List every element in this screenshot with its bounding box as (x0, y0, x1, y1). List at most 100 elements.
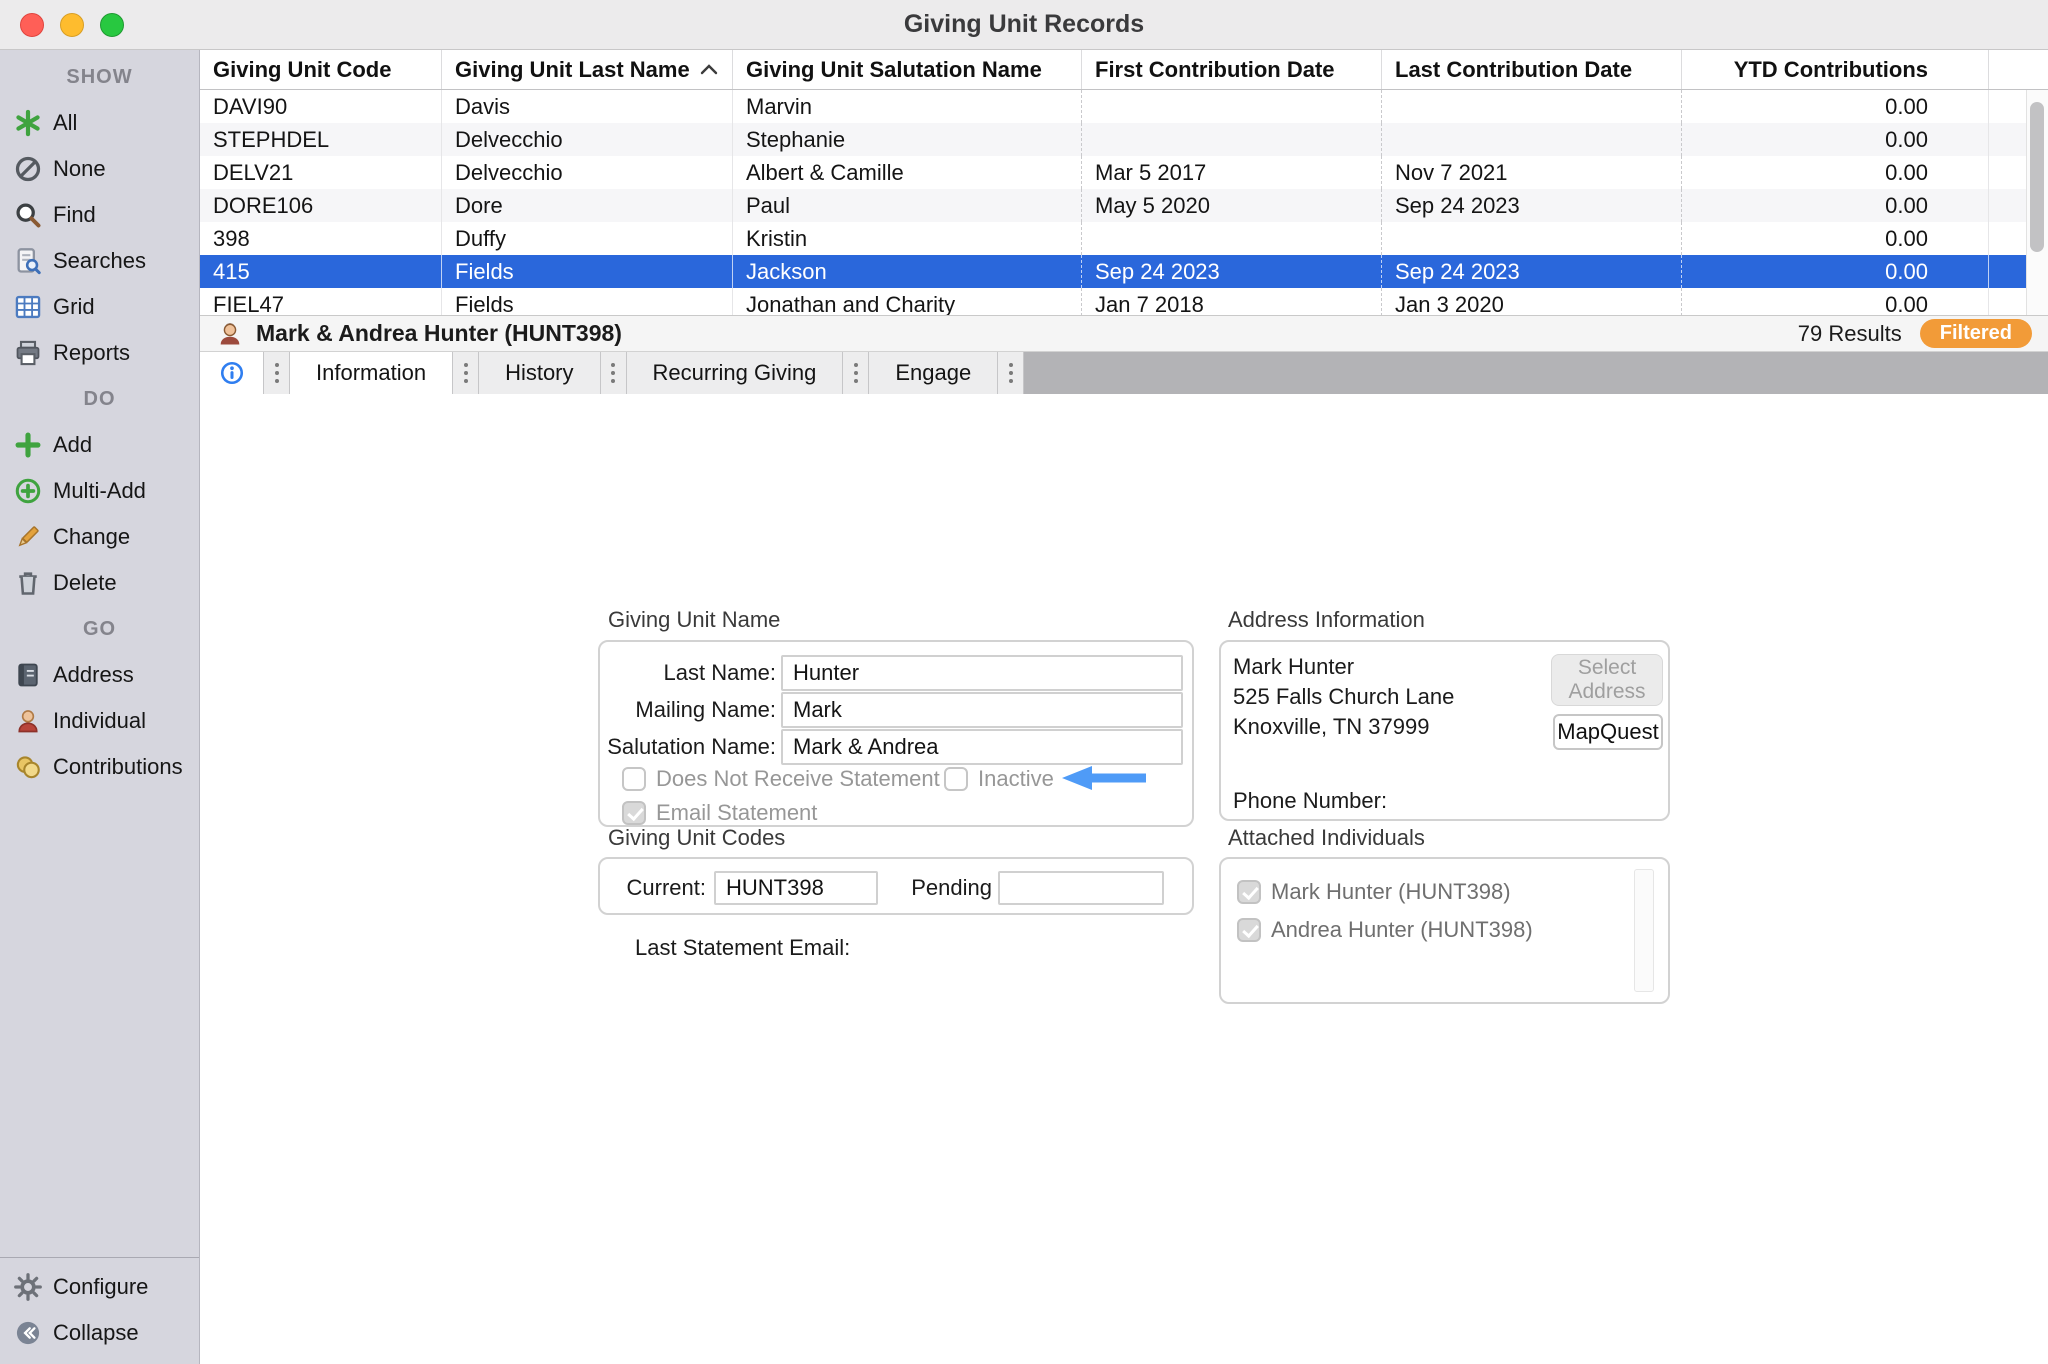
sidebar-item-none[interactable]: None (0, 146, 199, 192)
sidebar-item-reports[interactable]: Reports (0, 330, 199, 376)
zoom-button[interactable] (100, 13, 124, 37)
delete-icon (14, 569, 42, 597)
address-line: 525 Falls Church Lane (1233, 682, 1454, 712)
sidebar-item-label: Reports (53, 340, 130, 366)
sidebar-item-add[interactable]: Add (0, 422, 199, 468)
sidebar-item-all[interactable]: All (0, 100, 199, 146)
tab-engage[interactable]: Engage (869, 352, 998, 394)
person-icon (216, 320, 244, 348)
attached-individual-checkbox[interactable] (1237, 880, 1261, 904)
sidebar-item-configure[interactable]: Configure (0, 1264, 199, 1310)
inactive-checkbox[interactable] (944, 767, 968, 791)
last-statement-email-label: Last Statement Email: (635, 935, 850, 961)
current-code-input[interactable] (714, 871, 878, 905)
does-not-receive-statement-checkbox[interactable] (622, 767, 646, 791)
sidebar-item-delete[interactable]: Delete (0, 560, 199, 606)
giving-unit-name-group-label: Giving Unit Name (608, 607, 780, 633)
mailing-name-input[interactable] (781, 692, 1183, 728)
inactive-label: Inactive (978, 766, 1054, 792)
table-row[interactable]: DELV21DelvecchioAlbert & CamilleMar 5 20… (200, 156, 2048, 189)
table-scrollbar[interactable] (2026, 90, 2048, 315)
email-statement-checkbox[interactable] (622, 801, 646, 825)
sidebar-item-change[interactable]: Change (0, 514, 199, 560)
kebab-icon (462, 360, 470, 386)
table-scrollbar-thumb[interactable] (2030, 102, 2044, 252)
table-row[interactable]: FIEL47FieldsJonathan and CharityJan 7 20… (200, 288, 2048, 316)
tab-drag-handle[interactable] (453, 352, 479, 394)
info-tab[interactable] (200, 352, 264, 394)
sidebar-item-collapse[interactable]: Collapse (0, 1310, 199, 1356)
column-header-filler (1989, 50, 2048, 89)
attached-individual-row[interactable]: Mark Hunter (HUNT398) (1237, 879, 1511, 905)
mapquest-button[interactable]: MapQuest (1553, 714, 1663, 750)
column-header-first-contribution-date[interactable]: First Contribution Date (1082, 50, 1382, 89)
last-name-input[interactable] (781, 655, 1183, 691)
sidebar-item-label: Add (53, 432, 92, 458)
app-window: Giving Unit Records SHOW All None Find S… (0, 0, 2048, 1364)
email-statement-label: Email Statement (656, 800, 817, 826)
address-line: Mark Hunter (1233, 652, 1454, 682)
none-icon (14, 155, 42, 183)
tab-drag-handle[interactable] (264, 352, 290, 394)
table-row[interactable]: DORE106DorePaulMay 5 2020Sep 24 20230.00 (200, 189, 2048, 222)
window-titlebar: Giving Unit Records (0, 0, 2048, 50)
sidebar-item-label: Multi-Add (53, 478, 146, 504)
giving-unit-codes-group-label: Giving Unit Codes (608, 825, 785, 851)
giving-units-table: Giving Unit Code Giving Unit Last Name G… (200, 50, 2048, 316)
minimize-button[interactable] (60, 13, 84, 37)
column-header-giving-unit-last-name[interactable]: Giving Unit Last Name (442, 50, 733, 89)
tab-recurring-giving[interactable]: Recurring Giving (627, 352, 844, 394)
current-code-label: Current: (627, 875, 706, 901)
sidebar-item-find[interactable]: Find (0, 192, 199, 238)
table-row[interactable]: STEPHDELDelvecchioStephanie0.00 (200, 123, 2048, 156)
sidebar-item-multi-add[interactable]: Multi-Add (0, 468, 199, 514)
salutation-name-input[interactable] (781, 729, 1183, 765)
table-header-row: Giving Unit Code Giving Unit Last Name G… (200, 50, 2048, 90)
attached-individual-label: Mark Hunter (HUNT398) (1271, 879, 1511, 905)
address-icon (14, 661, 42, 689)
tab-drag-handle[interactable] (998, 352, 1024, 394)
column-header-last-contribution-date[interactable]: Last Contribution Date (1382, 50, 1682, 89)
attached-individual-label: Andrea Hunter (HUNT398) (1271, 917, 1533, 943)
close-button[interactable] (20, 13, 44, 37)
sidebar-item-contributions[interactable]: Contributions (0, 744, 199, 790)
attached-individuals-group-label: Attached Individuals (1228, 825, 1425, 851)
column-header-ytd-contributions[interactable]: YTD Contributions (1682, 50, 1989, 89)
table-row[interactable]: 398DuffyKristin0.00 (200, 222, 2048, 255)
sidebar-item-grid[interactable]: Grid (0, 284, 199, 330)
pending-code-label: Pending (911, 875, 992, 901)
tab-drag-handle[interactable] (601, 352, 627, 394)
kebab-icon (273, 360, 281, 386)
attached-individual-row[interactable]: Andrea Hunter (HUNT398) (1237, 917, 1533, 943)
sidebar-item-label: Searches (53, 248, 146, 274)
kebab-icon (609, 360, 617, 386)
pending-code-input[interactable] (998, 871, 1164, 905)
sidebar-item-label: Change (53, 524, 130, 550)
tab-bar-filler (1024, 352, 2048, 394)
sidebar-item-searches[interactable]: Searches (0, 238, 199, 284)
tab-bar: Information History Recurring Giving Eng… (200, 352, 2048, 394)
tab-information[interactable]: Information (290, 352, 453, 394)
select-address-button[interactable]: Select Address (1551, 654, 1663, 706)
grid-icon (14, 293, 42, 321)
sidebar-item-label: Grid (53, 294, 95, 320)
collapse-icon (14, 1319, 42, 1347)
filtered-badge[interactable]: Filtered (1920, 319, 2032, 348)
tab-history[interactable]: History (479, 352, 600, 394)
sidebar-item-address[interactable]: Address (0, 652, 199, 698)
traffic-lights (20, 13, 124, 37)
attached-individuals-scrollbar[interactable] (1634, 869, 1654, 992)
tab-drag-handle[interactable] (843, 352, 869, 394)
sidebar-section-do: DO (0, 376, 199, 422)
searches-icon (14, 247, 42, 275)
sidebar-item-individual[interactable]: Individual (0, 698, 199, 744)
last-name-label: Last Name: (664, 660, 777, 686)
window-title: Giving Unit Records (904, 10, 1144, 39)
address-information-group-label: Address Information (1228, 607, 1425, 633)
column-header-giving-unit-code[interactable]: Giving Unit Code (200, 50, 442, 89)
column-header-salutation-name[interactable]: Giving Unit Salutation Name (733, 50, 1082, 89)
table-row[interactable]: DAVI90DavisMarvin0.00 (200, 90, 2048, 123)
record-header-bar: Mark & Andrea Hunter (HUNT398) 79 Result… (200, 316, 2048, 352)
table-row-selected[interactable]: 415FieldsJacksonSep 24 2023Sep 24 20230.… (200, 255, 2048, 288)
attached-individual-checkbox[interactable] (1237, 918, 1261, 942)
